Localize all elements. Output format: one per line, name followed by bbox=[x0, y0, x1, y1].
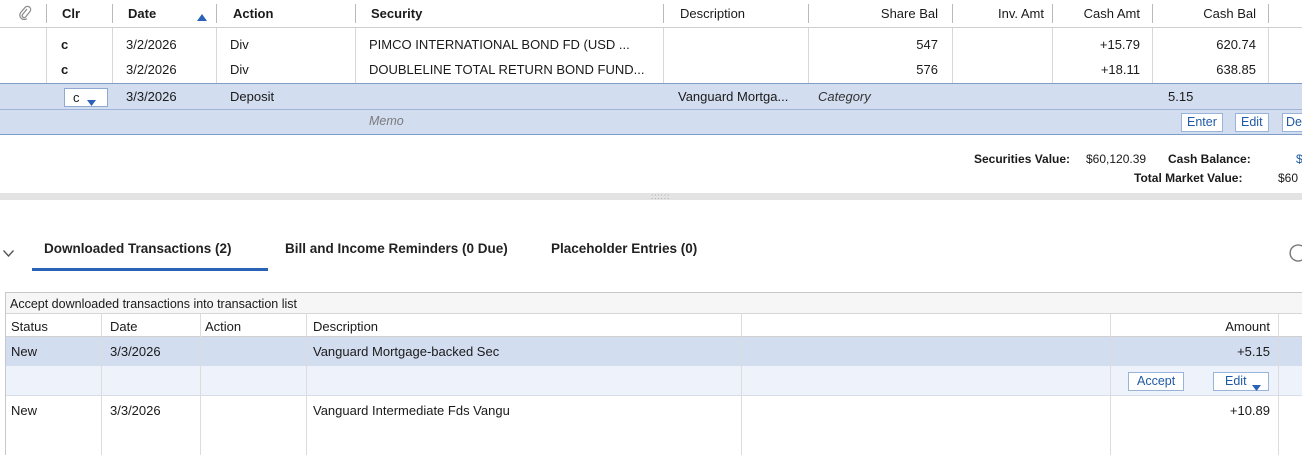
delete-button[interactable]: De bbox=[1282, 113, 1302, 132]
dl-status: New bbox=[11, 403, 38, 418]
collapse-chevron-icon[interactable] bbox=[2, 245, 15, 260]
edit-category-field[interactable]: Category bbox=[818, 89, 871, 104]
chevron-down-icon bbox=[87, 94, 96, 109]
edit-dropdown-button[interactable]: Edit bbox=[1213, 372, 1269, 391]
row-cash-bal: 620.74 bbox=[1216, 37, 1256, 52]
edit-button[interactable]: Edit bbox=[1235, 113, 1269, 132]
clr-dropdown-value: c bbox=[73, 90, 80, 105]
sort-ascending-icon[interactable] bbox=[197, 9, 207, 24]
dl-description: Vanguard Intermediate Fds Vangu bbox=[313, 403, 510, 418]
refresh-icon[interactable] bbox=[1287, 244, 1302, 265]
col-cash-bal[interactable]: Cash Bal bbox=[1152, 6, 1256, 21]
securities-value: $60,120.39 bbox=[1086, 152, 1147, 166]
paperclip-icon[interactable] bbox=[18, 5, 32, 24]
edit-memo-field[interactable]: Memo bbox=[369, 114, 404, 128]
col-dl-amount[interactable]: Amount bbox=[1110, 319, 1270, 334]
col-dl-description[interactable]: Description bbox=[313, 319, 378, 334]
col-security[interactable]: Security bbox=[371, 6, 422, 21]
total-market-value-label: Total Market Value: bbox=[1134, 171, 1243, 185]
row-cash-amt: +15.79 bbox=[1099, 37, 1140, 52]
row-clr[interactable]: c bbox=[61, 37, 68, 52]
col-status[interactable]: Status bbox=[11, 319, 48, 334]
register-row[interactable]: c 3/2/2026 Div PIMCO INTERNATIONAL BOND … bbox=[0, 33, 1302, 55]
row-cash-bal: 638.85 bbox=[1216, 62, 1256, 77]
col-inv-amt[interactable]: Inv. Amt bbox=[952, 6, 1044, 21]
edit-amount-field[interactable]: 5.15 bbox=[1168, 89, 1193, 104]
edit-action-field[interactable]: Deposit bbox=[230, 89, 274, 104]
row-security: PIMCO INTERNATIONAL BOND FD (USD ... bbox=[369, 37, 630, 52]
register-header: Clr Date Action Security Description Sha… bbox=[0, 0, 1302, 28]
row-share-bal: 547 bbox=[916, 37, 938, 52]
dl-status: New bbox=[11, 344, 38, 359]
row-share-bal: 576 bbox=[916, 62, 938, 77]
row-date: 3/2/2026 bbox=[126, 37, 177, 52]
col-clr[interactable]: Clr bbox=[62, 6, 80, 21]
dl-date: 3/3/2026 bbox=[110, 403, 161, 418]
dl-amount: +5.15 bbox=[1237, 344, 1270, 359]
row-action: Div bbox=[230, 62, 249, 77]
col-description[interactable]: Description bbox=[680, 6, 745, 21]
active-tab-indicator bbox=[32, 268, 268, 271]
accept-button[interactable]: Accept bbox=[1128, 372, 1185, 391]
cash-balance-value[interactable]: $ bbox=[1296, 152, 1302, 166]
tab-placeholder-entries[interactable]: Placeholder Entries (0) bbox=[551, 241, 697, 256]
col-share-bal[interactable]: Share Bal bbox=[808, 6, 938, 21]
accept-caption: Accept downloaded transactions into tran… bbox=[10, 297, 297, 311]
securities-value-label: Securities Value: bbox=[974, 152, 1071, 166]
downloaded-transactions-panel: Accept downloaded transactions into tran… bbox=[5, 292, 1302, 455]
enter-button[interactable]: Enter bbox=[1181, 113, 1223, 132]
col-action[interactable]: Action bbox=[233, 6, 273, 21]
col-dl-date[interactable]: Date bbox=[110, 319, 137, 334]
chevron-down-icon bbox=[1252, 379, 1261, 394]
grip-dots-icon: :::::: bbox=[651, 192, 671, 201]
row-date: 3/2/2026 bbox=[126, 62, 177, 77]
clr-dropdown[interactable]: c bbox=[64, 88, 108, 107]
edit-transaction-row[interactable]: c 3/3/2026 Deposit Vanguard Mortga... Ca… bbox=[0, 83, 1302, 135]
tab-bill-income-reminders[interactable]: Bill and Income Reminders (0 Due) bbox=[285, 241, 508, 256]
dl-date: 3/3/2026 bbox=[110, 344, 161, 359]
pane-splitter[interactable]: :::::: bbox=[0, 192, 1302, 201]
dl-description: Vanguard Mortgage-backed Sec bbox=[313, 344, 500, 359]
total-market-value: $60 bbox=[1278, 171, 1299, 185]
cash-balance-label: Cash Balance: bbox=[1168, 152, 1251, 166]
register-row[interactable]: c 3/2/2026 Div DOUBLELINE TOTAL RETURN B… bbox=[0, 58, 1302, 80]
row-cash-amt: +18.11 bbox=[1100, 62, 1140, 77]
row-security: DOUBLELINE TOTAL RETURN BOND FUND... bbox=[369, 62, 645, 77]
col-dl-action[interactable]: Action bbox=[205, 319, 241, 334]
col-cash-amt[interactable]: Cash Amt bbox=[1052, 6, 1140, 21]
col-date[interactable]: Date bbox=[128, 6, 156, 21]
dl-amount: +10.89 bbox=[1229, 403, 1270, 418]
row-clr[interactable]: c bbox=[61, 62, 68, 77]
edit-date-field[interactable]: 3/3/2026 bbox=[126, 89, 177, 104]
row-action: Div bbox=[230, 37, 249, 52]
edit-description-field[interactable]: Vanguard Mortga... bbox=[678, 89, 788, 104]
edit-dropdown-label: Edit bbox=[1225, 374, 1247, 388]
tab-downloaded-transactions[interactable]: Downloaded Transactions (2) bbox=[44, 241, 232, 256]
